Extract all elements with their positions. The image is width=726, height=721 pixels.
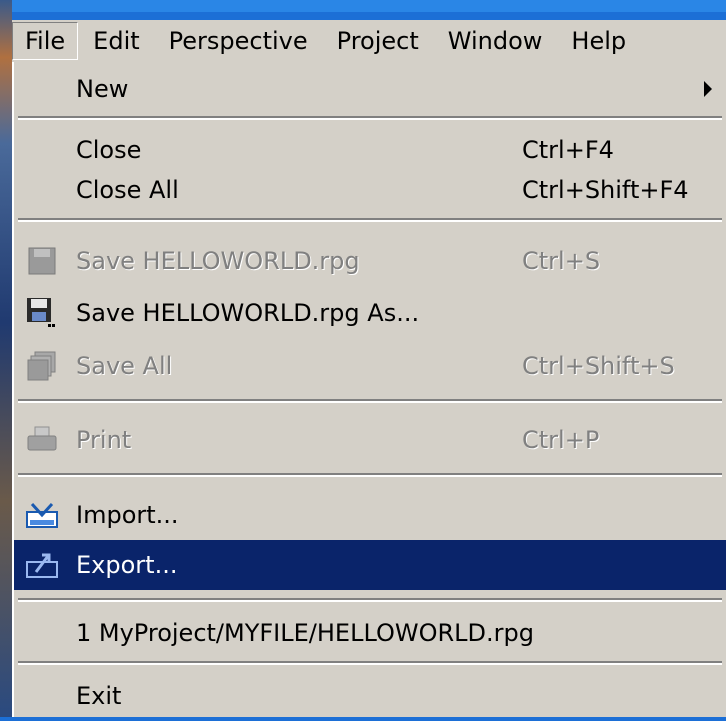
file-menu-dropdown: New Close Ctrl+F4 Close All Ctrl+Shift+F… [12,62,726,717]
menu-perspective[interactable]: Perspective [155,21,322,61]
menu-bar: File Edit Perspective Project Window Hel… [12,20,726,62]
menu-item-export[interactable]: Export... [14,540,726,590]
menu-separator [18,473,722,477]
shortcut-label: Ctrl+Shift+F4 [522,176,689,204]
menu-item-close-all[interactable]: Close All Ctrl+Shift+F4 [14,165,726,215]
menu-item-label: Exit [76,682,122,710]
save-all-icon [26,351,58,381]
menu-separator [18,116,722,120]
menu-item-recent-file[interactable]: 1 MyProject/MYFILE/HELLOWORLD.rpg [14,608,726,658]
menu-item-exit[interactable]: Exit [14,671,726,721]
menu-separator [18,598,722,602]
menu-item-label: Close [76,136,142,164]
menu-item-label: Import... [76,501,179,529]
menu-item-new[interactable]: New [14,64,726,114]
menu-item-label: Save HELLOWORLD.rpg As... [76,299,420,327]
shortcut-label: Ctrl+Shift+S [522,352,675,380]
menu-item-label: 1 MyProject/MYFILE/HELLOWORLD.rpg [76,619,534,647]
menu-item-label: Save All [76,352,173,380]
menu-item-label: Export... [76,551,178,579]
menu-item-print[interactable]: Print Ctrl+P [14,415,726,465]
menu-item-label: New [76,75,129,103]
desktop-background-left [0,0,12,717]
shortcut-label: Ctrl+F4 [522,136,614,164]
menu-item-save[interactable]: Save HELLOWORLD.rpg Ctrl+S [14,236,726,286]
shortcut-label: Ctrl+S [522,247,601,275]
floppy-disk-icon [26,246,58,276]
menu-window[interactable]: Window [434,21,557,61]
shortcut-label: Ctrl+P [522,426,600,454]
desktop-background [0,0,726,12]
menu-separator [18,399,722,403]
save-as-icon [26,298,58,328]
menu-item-import[interactable]: Import... [14,490,726,540]
printer-icon [26,425,58,455]
menu-item-save-all[interactable]: Save All Ctrl+Shift+S [14,341,726,391]
menu-item-save-as[interactable]: Save HELLOWORLD.rpg As... [14,288,726,338]
menu-separator [18,218,722,222]
menu-item-label: Close All [76,176,179,204]
submenu-arrow-icon [704,81,712,97]
menu-project[interactable]: Project [323,21,433,61]
import-icon [26,500,58,530]
menu-item-label: Save HELLOWORLD.rpg [76,247,360,275]
menu-edit[interactable]: Edit [79,21,153,61]
menu-file[interactable]: File [12,22,79,60]
menu-help[interactable]: Help [557,21,640,61]
menu-separator [18,661,722,665]
menu-item-label: Print [76,426,132,454]
export-icon [26,550,58,580]
